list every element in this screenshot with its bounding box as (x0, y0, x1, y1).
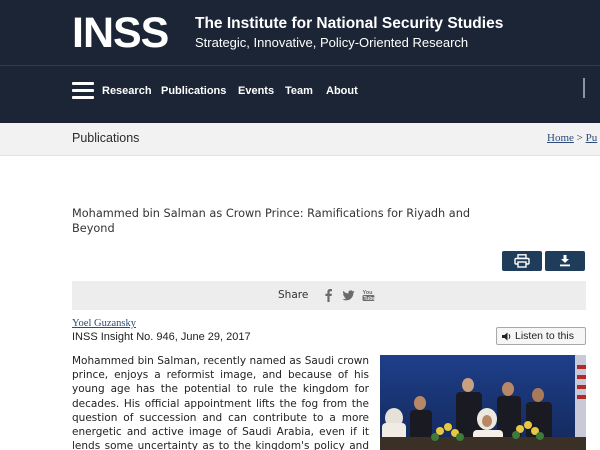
listen-button[interactable]: Listen to this (496, 327, 586, 345)
header-divider (0, 65, 600, 66)
article-body: Mohammed bin Salman, recently named as S… (72, 355, 369, 450)
site-header: INSS The Institute for National Security… (0, 0, 600, 123)
download-icon (560, 255, 570, 267)
listen-label: Listen to this (515, 330, 574, 342)
author-link[interactable]: Yoel Guzansky (72, 318, 136, 329)
breadcrumb-bar: Publications Home > Pu (0, 123, 600, 156)
article-photo (380, 355, 586, 450)
section-title: Publications (72, 131, 140, 145)
print-button[interactable] (502, 251, 542, 271)
nav-research[interactable]: Research (102, 85, 152, 97)
nav-divider (583, 78, 585, 98)
youtube-icon[interactable]: You Tube (362, 288, 375, 302)
nav-about[interactable]: About (326, 85, 358, 97)
breadcrumb-separator: > (576, 132, 583, 144)
site-subtitle: Strategic, Innovative, Policy-Oriented R… (195, 35, 469, 50)
nav-events[interactable]: Events (238, 85, 274, 97)
breadcrumb: Home > Pu (547, 132, 597, 144)
article-title: Mohammed bin Salman as Crown Prince: Ram… (72, 207, 471, 235)
facebook-icon[interactable] (322, 288, 335, 302)
printer-icon (514, 254, 530, 268)
site-title: The Institute for National Security Stud… (195, 15, 504, 32)
inss-logo[interactable]: INSS (72, 13, 188, 51)
share-label: Share (278, 289, 309, 301)
breadcrumb-publications-link[interactable]: Pu (586, 132, 598, 144)
svg-text:Tube: Tube (364, 296, 376, 302)
svg-text:INSS: INSS (72, 13, 168, 51)
download-button[interactable] (545, 251, 585, 271)
nav-publications[interactable]: Publications (161, 85, 226, 97)
speaker-icon (502, 332, 511, 341)
breadcrumb-home-link[interactable]: Home (547, 132, 574, 144)
share-bar: Share You Tube (72, 281, 586, 310)
menu-icon[interactable] (72, 82, 94, 100)
twitter-icon[interactable] (342, 288, 355, 302)
nav-team[interactable]: Team (285, 85, 313, 97)
publication-meta: INSS Insight No. 946, June 29, 2017 (72, 331, 251, 343)
